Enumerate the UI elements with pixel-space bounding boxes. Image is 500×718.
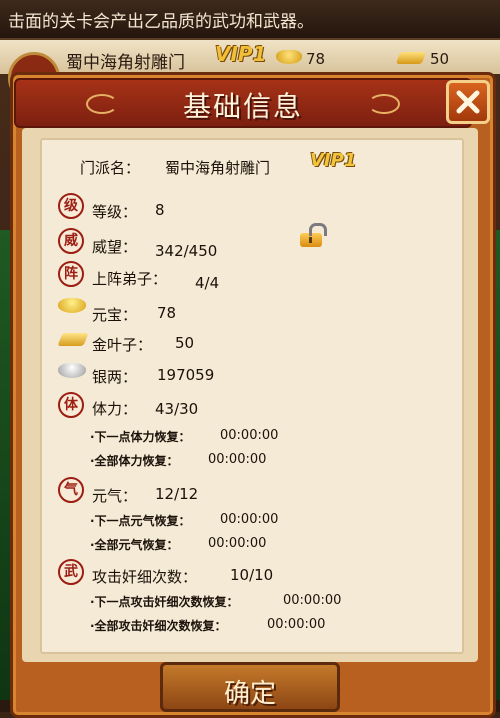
prestige-icon: 威 [58,228,84,254]
vip-badge: VIP1 [215,42,267,66]
stamina-full-value: 00:00:00 [208,452,267,467]
stamina-next-value: 00:00:00 [220,428,279,443]
energy-full-value: 00:00:00 [208,536,267,551]
spy-attack-full-label: ·全部攻击奸细次数恢复： [90,619,227,633]
silver-value: 197059 [157,366,215,384]
silver-ingot-icon [58,363,86,378]
prestige-label: 威望： [92,238,138,256]
gold-ingot-icon [276,50,302,64]
sect-value: 蜀中海角射雕门 [165,159,271,177]
gold-leaf-icon [57,333,89,346]
spy-attack-full-value: 00:00:00 [267,617,326,632]
gold-ingot-icon [58,298,86,313]
ingot-count: 78 [306,50,326,68]
notice-text: 击面的关卡会产出乙品质的武功和武器。 [8,12,314,32]
gold-leaf-count: 50 [430,50,450,68]
gold-leaf-icon [395,52,427,64]
energy-icon: 气 [58,477,84,503]
ingot-value: 78 [157,304,177,322]
energy-full-label: ·全部元气恢复： [90,538,179,552]
ingot-label: 元宝： [92,306,138,324]
player-sect-name: 蜀中海角射雕门 [66,53,185,73]
energy-label: 元气： [92,487,138,505]
prestige-value: 342/450 [155,242,218,260]
confirm-label: 确定 [223,679,276,709]
attack-icon: 武 [58,559,84,585]
vip-badge: VIP1 [310,150,357,171]
player-top-bar: 蜀中海角射雕门 VIP1 78 50 [0,40,500,74]
gold-leaf-value: 50 [175,334,195,352]
spy-attack-next-label: ·下一点攻击奸细次数恢复： [90,595,239,609]
stamina-value: 43/30 [155,400,199,418]
spy-attack-label: 攻击奸细次数： [92,568,198,586]
level-label: 等级： [92,203,138,221]
spy-attack-next-value: 00:00:00 [283,593,342,608]
stamina-next-label: ·下一点体力恢复： [90,430,191,444]
gold-leaf-label: 金叶子： [92,336,153,354]
stamina-label: 体力： [92,400,138,418]
disciples-value: 4/4 [195,274,220,292]
stamina-icon: 体 [58,392,84,418]
spy-attack-value: 10/10 [230,566,274,584]
formation-icon: 阵 [58,261,84,287]
close-icon [456,90,480,114]
level-value: 8 [155,201,165,219]
sect-label: 门派名： [80,159,141,177]
energy-next-value: 00:00:00 [220,512,279,527]
scrolling-notice: 击面的关卡会产出乙品质的武功和武器。 [0,0,500,40]
confirm-button[interactable]: 确定 [160,662,340,712]
close-button[interactable] [446,80,490,124]
lock-icon[interactable] [300,223,327,247]
energy-value: 12/12 [155,485,199,503]
dialog-title: 基础信息 [182,90,303,123]
stamina-full-label: ·全部体力恢复： [90,454,179,468]
silver-label: 银两： [92,368,138,386]
energy-next-label: ·下一点元气恢复： [90,514,191,528]
disciples-label: 上阵弟子： [92,270,168,288]
dialog-header: 基础信息 [14,78,472,128]
level-icon: 级 [58,193,84,219]
